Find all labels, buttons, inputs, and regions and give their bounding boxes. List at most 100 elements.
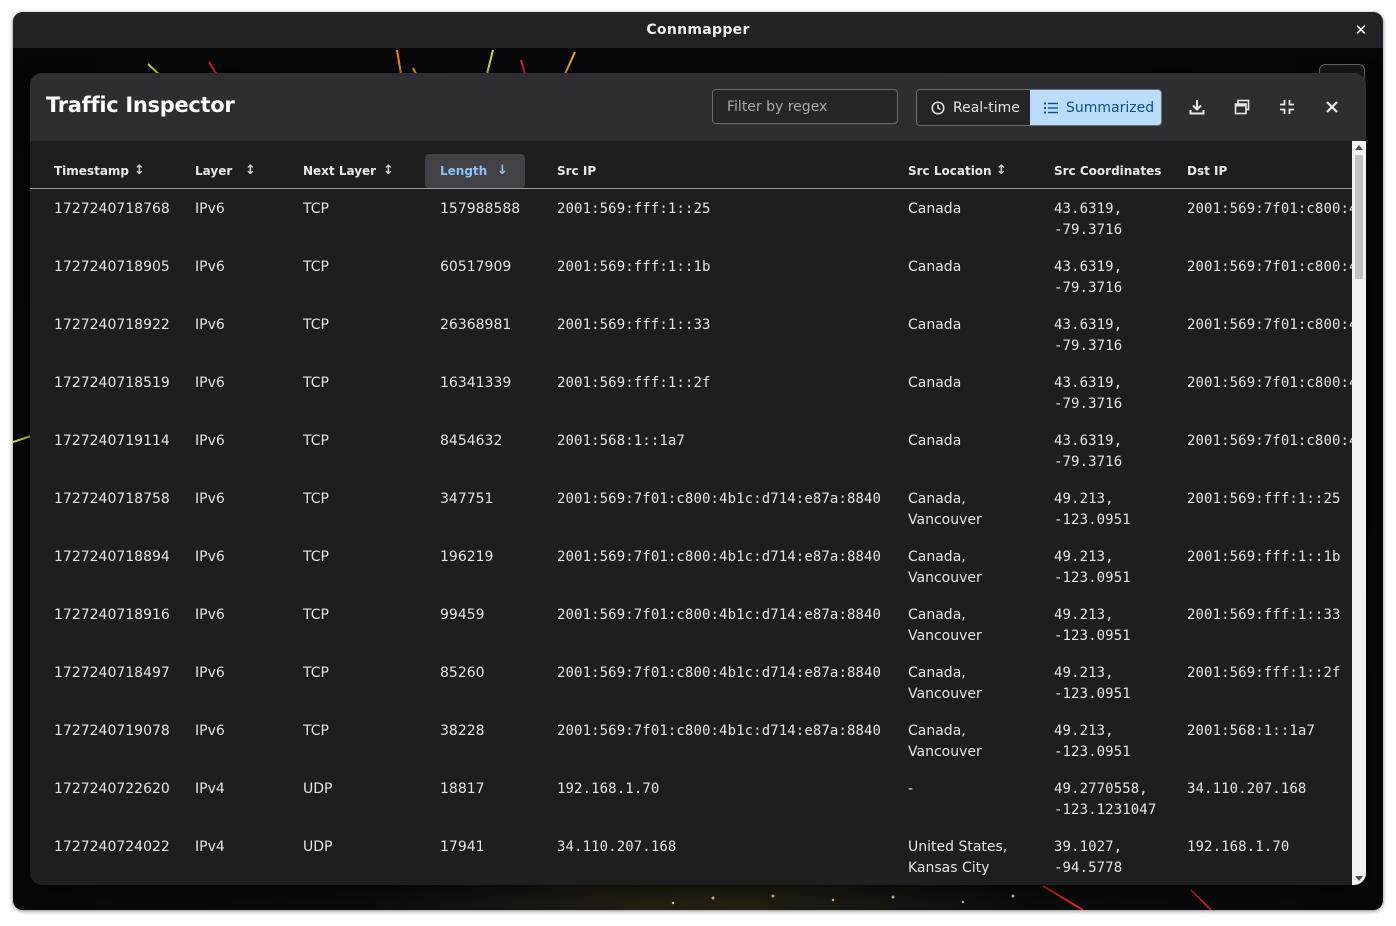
table-row[interactable]: 1727240718758 IPv6 TCP 347751 2001:569:7f01:… [30,479,1352,537]
cell-timestamp: 1727240718905 [54,259,170,275]
table-row[interactable]: 1727240718916 IPv6 TCP 99459 2001:569:7f01:c… [30,595,1352,653]
cell-next-layer: TCP [303,433,329,449]
cell-src-location-line2: Vancouver [908,570,982,586]
traffic-inspector-dialog: Traffic Inspector Real-time [30,73,1366,885]
cell-src-location: United States, Kansas City [908,837,1007,879]
cell-dst-ip: 2001:568:1::1a7 [1187,723,1315,739]
table-header-row: Timestamp ↕ Layer ↕ Next Layer ↕ Length … [30,154,1352,189]
realtime-mode-button[interactable]: Real-time [917,90,1030,125]
table-scrollbar[interactable] [1352,141,1366,885]
cell-src-coordinates-line1: 43.6319, [1054,317,1123,333]
scroll-up-arrow-icon[interactable] [1355,145,1363,150]
cell-src-coordinates: 43.6319, -79.3716 [1054,257,1122,299]
cell-src-coordinates-line1: 49.213, [1054,665,1114,681]
cell-src-coordinates: 43.6319, -79.3716 [1054,431,1122,473]
list-icon [1044,102,1058,113]
cell-src-coordinates-line2: -123.0951 [1054,570,1131,586]
cell-src-coordinates-line1: 49.213, [1054,549,1114,565]
cell-layer: IPv6 [195,491,225,507]
cell-dst-ip: 2001:569:7f01:c800:4 [1187,201,1352,217]
cell-src-coordinates-line1: 49.213, [1054,491,1114,507]
cell-src-location-line2: Vancouver [908,512,982,528]
column-header-length[interactable]: Length ↓ [425,154,525,188]
cell-dst-ip: 192.168.1.70 [1187,839,1290,855]
table-row[interactable]: 1727240718497 IPv6 TCP 85260 2001:569:7f01:c… [30,653,1352,711]
cell-timestamp: 1727240718497 [54,665,170,681]
sort-icon[interactable]: ↕ [383,163,394,178]
cell-src-location-line1: Canada [908,433,962,449]
table-row[interactable]: 1727240718519 IPv6 TCP 16341339 2001:569:fff… [30,363,1352,421]
cell-src-location-line1: United States, [908,839,1008,855]
column-header-next-layer[interactable]: Next Layer ↕ [303,154,413,188]
cell-src-location-line1: Canada, [908,723,966,739]
scroll-down-arrow-icon[interactable] [1355,876,1363,881]
clock-icon [931,100,945,115]
cell-src-ip: 2001:569:7f01:c800:4b1c:d714:e87a:8840 [557,607,882,623]
table-row[interactable]: 1727240718768 IPv6 TCP 157988588 2001:569:ff… [30,189,1352,247]
cell-layer: IPv6 [195,723,225,739]
sort-icon[interactable]: ↕ [134,163,145,178]
table-row[interactable]: 1727240718922 IPv6 TCP 26368981 2001:569:fff… [30,305,1352,363]
cell-length: 60517909 [440,259,512,275]
column-header-timestamp[interactable]: Timestamp ↕ [54,154,174,188]
column-header-layer[interactable]: Layer ↕ [195,154,275,188]
cell-src-ip: 2001:569:fff:1::25 [557,201,711,217]
cell-next-layer: TCP [303,375,329,391]
cell-layer: IPv6 [195,201,225,217]
cell-length: 16341339 [440,375,512,391]
cell-src-coordinates: 49.2770558, -123.1231047 [1054,779,1156,821]
cell-dst-ip: 2001:569:fff:1::1b [1187,549,1341,565]
cell-timestamp: 1727240719114 [54,433,170,449]
cell-dst-ip: 2001:569:fff:1::33 [1187,607,1341,623]
minimize-icon[interactable] [1277,97,1297,117]
summarized-mode-label: Summarized [1066,99,1155,116]
sort-icon[interactable]: ↕ [996,163,1007,178]
column-header-src-coordinates[interactable]: Src Coordinates [1054,154,1184,188]
cell-src-location-line1: Canada [908,259,962,275]
table-row[interactable]: 1727240718894 IPv6 TCP 196219 2001:569:7f01:… [30,537,1352,595]
cell-src-ip: 2001:569:fff:1::1b [557,259,711,275]
sort-descending-icon[interactable]: ↓ [497,163,508,178]
table-row[interactable]: 1727240722620 IPv4 UDP 18817 192.168.1.70 - 49… [30,769,1352,827]
table-row[interactable]: 1727240719078 IPv6 TCP 38228 2001:569:7f01:c… [30,711,1352,769]
cell-src-coordinates-line2: -79.3716 [1054,280,1123,296]
cell-layer: IPv6 [195,549,225,565]
table-row[interactable]: 1727240724022 IPv4 UDP 17941 34.110.207.168 U… [30,827,1352,885]
window-titlebar[interactable]: Connmapper ✕ [13,12,1383,48]
column-header-src-location[interactable]: Src Location ↕ [908,154,1028,188]
realtime-mode-label: Real-time [953,99,1020,116]
column-header-src-ip[interactable]: Src IP [557,154,677,188]
scrollbar-thumb[interactable] [1355,155,1363,279]
window-close-icon[interactable]: ✕ [1351,20,1371,40]
column-header-dst-ip[interactable]: Dst IP [1187,154,1307,188]
cell-timestamp: 1727240718922 [54,317,170,333]
cell-src-location: - [908,779,913,800]
cell-length: 18817 [440,781,485,797]
sort-icon[interactable]: ↕ [245,163,256,178]
cell-src-location-line2: Vancouver [908,686,982,702]
window-title: Connmapper [646,22,750,38]
app-window: Connmapper ✕ Traffic Inspector Filter by… [13,12,1383,910]
cell-src-ip: 2001:569:7f01:c800:4b1c:d714:e87a:8840 [557,723,882,739]
cell-src-coordinates-line1: 49.213, [1054,723,1114,739]
cell-next-layer: TCP [303,723,329,739]
cell-src-ip: 2001:569:7f01:c800:4b1c:d714:e87a:8840 [557,549,882,565]
cell-dst-ip: 2001:569:fff:1::25 [1187,491,1341,507]
summarized-mode-button[interactable]: Summarized [1030,90,1161,125]
table-row[interactable]: 1727240718905 IPv6 TCP 60517909 2001:569:fff… [30,247,1352,305]
filter-regex-input[interactable] [712,89,898,124]
cell-src-location-line2: Vancouver [908,744,982,760]
close-icon[interactable] [1322,97,1342,117]
window-restore-icon[interactable] [1232,97,1252,117]
cell-src-coordinates: 49.213, -123.0951 [1054,663,1131,705]
cell-src-coordinates-line2: -79.3716 [1054,396,1123,412]
cell-src-coordinates-line1: 49.213, [1054,607,1114,623]
table-row[interactable]: 1727240719114 IPv6 TCP 8454632 2001:568:1::1… [30,421,1352,479]
cell-src-coordinates-line1: 43.6319, [1054,375,1123,391]
cell-src-location-line1: Canada, [908,549,966,565]
cell-dst-ip: 2001:569:7f01:c800:4 [1187,259,1352,275]
download-icon[interactable] [1187,97,1207,117]
cell-src-coordinates-line2: -123.1231047 [1054,802,1157,818]
cell-src-coordinates-line2: -123.0951 [1054,512,1131,528]
cell-dst-ip: 2001:569:7f01:c800:4 [1187,317,1352,333]
